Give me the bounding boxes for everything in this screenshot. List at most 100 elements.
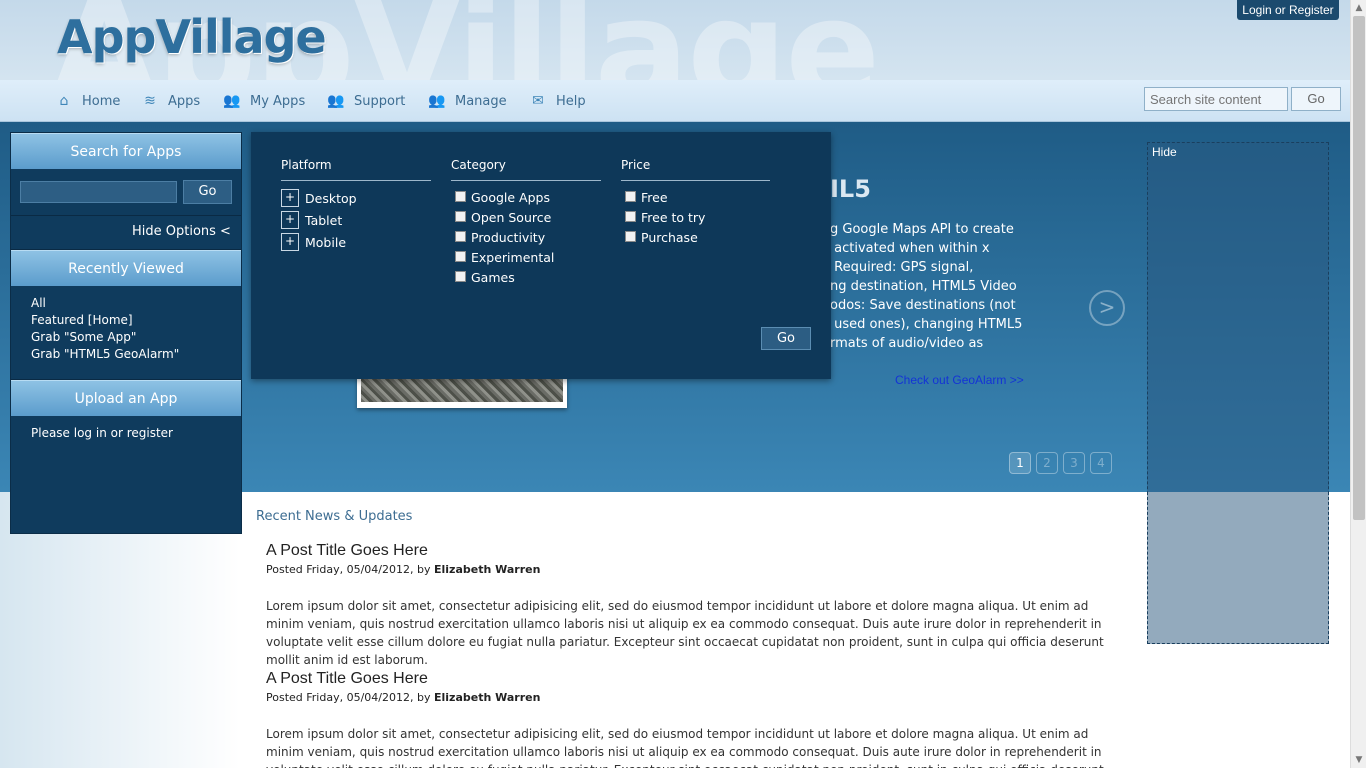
price-free-to-try[interactable]: Free to try (625, 210, 705, 225)
hero-title: IL5 (830, 175, 871, 203)
checkbox[interactable] (625, 231, 636, 242)
category-experimental[interactable]: Experimental (455, 250, 554, 265)
page-scrollbar[interactable]: ▲ ▼ (1350, 0, 1366, 768)
users-icon: 👥 (428, 93, 446, 109)
checkbox[interactable] (625, 211, 636, 222)
nav-help-label: Help (556, 93, 586, 109)
checkbox[interactable] (455, 211, 466, 222)
post-author: Elizabeth Warren (433, 563, 541, 576)
price-label: Purchase (641, 230, 698, 245)
category-label: Google Apps (471, 190, 550, 205)
category-label: Experimental (471, 250, 555, 265)
upload-app-heading: Upload an App (11, 380, 241, 416)
login-register-link[interactable]: Please log in or register (31, 426, 173, 440)
category-productivity[interactable]: Productivity (455, 230, 545, 245)
post-author: Elizabeth Warren (433, 691, 541, 704)
platform-desktop[interactable]: + Desktop (281, 189, 357, 207)
nav-apps-label: Apps (168, 93, 201, 109)
expand-plus-icon[interactable]: + (281, 189, 299, 207)
price-heading: Price (621, 158, 651, 172)
news-heading: Recent News & Updates (256, 509, 413, 524)
price-purchase[interactable]: Purchase (625, 230, 698, 245)
post-meta-prefix: Posted Friday, 05/04/2012, by (266, 691, 434, 704)
post-meta: Posted Friday, 05/04/2012, by Elizabeth … (266, 691, 540, 704)
filter-go-button[interactable]: Go (761, 327, 811, 350)
home-icon: ⌂ (59, 93, 69, 109)
appvillage-logo[interactable]: AppVillage (57, 10, 327, 64)
platform-desktop-label: Desktop (305, 190, 357, 206)
scroll-up-arrow-icon[interactable]: ▲ (1351, 0, 1366, 16)
site-search-input[interactable] (1144, 87, 1288, 111)
recent-item-all[interactable]: All (31, 296, 46, 310)
slide-pager-3[interactable]: 3 (1063, 452, 1085, 474)
scroll-thumb[interactable] (1353, 16, 1365, 520)
divider (281, 180, 431, 181)
checkbox[interactable] (455, 251, 466, 262)
post-meta: Posted Friday, 05/04/2012, by Elizabeth … (266, 563, 540, 576)
nav-my-apps[interactable]: 👥 My Apps (223, 80, 305, 122)
mail-icon: ✉ (532, 93, 544, 109)
next-arrow-icon[interactable]: > (1089, 290, 1125, 326)
checkbox[interactable] (625, 191, 636, 202)
nav-help[interactable]: ✉ Help (529, 80, 586, 122)
post-body: Lorem ipsum dolor sit amet, consectetur … (266, 727, 1104, 768)
post-body: Lorem ipsum dolor sit amet, consectetur … (266, 599, 1104, 667)
app-search-input[interactable] (20, 181, 177, 203)
recent-item-some-app[interactable]: Grab "Some App" (31, 330, 136, 344)
expand-plus-icon[interactable]: + (281, 233, 299, 251)
hide-options-toggle[interactable]: Hide Options < (132, 224, 231, 239)
divider (451, 180, 601, 181)
platform-heading: Platform (281, 158, 332, 172)
recently-viewed-heading: Recently Viewed (11, 250, 241, 286)
site-search-go-button[interactable]: Go (1291, 87, 1341, 111)
app-search-go-button[interactable]: Go (183, 180, 232, 204)
platform-mobile[interactable]: + Mobile (281, 233, 346, 251)
sidebar: Search for Apps Go Hide Options < Recent… (10, 132, 242, 534)
post-meta-prefix: Posted Friday, 05/04/2012, by (266, 563, 434, 576)
price-label: Free to try (641, 210, 706, 225)
category-label: Games (471, 270, 515, 285)
scroll-down-arrow-icon[interactable]: ▼ (1351, 752, 1366, 768)
expand-plus-icon[interactable]: + (281, 211, 299, 229)
category-google-apps[interactable]: Google Apps (455, 190, 550, 205)
category-open-source[interactable]: Open Source (455, 210, 551, 225)
nav-apps[interactable]: ≋ Apps (141, 80, 200, 122)
filter-dropdown: Platform + Desktop + Tablet + Mobile Catego… (251, 132, 831, 379)
hide-panel-lower (1147, 492, 1329, 644)
platform-tablet[interactable]: + Tablet (281, 211, 342, 229)
nav-home-label: Home (82, 93, 121, 109)
category-heading: Category (451, 158, 506, 172)
recent-item-geoalarm[interactable]: Grab "HTML5 GeoAlarm" (31, 347, 179, 361)
nav-manage[interactable]: 👥 Manage (428, 80, 507, 122)
checkbox[interactable] (455, 191, 466, 202)
apps-icon: ≋ (144, 93, 156, 109)
nav-support[interactable]: 👥 Support (327, 80, 405, 122)
divider (11, 215, 241, 216)
login-register-button[interactable]: Login or Register (1237, 0, 1339, 20)
post-title[interactable]: A Post Title Goes Here (266, 670, 428, 688)
price-label: Free (641, 190, 668, 205)
platform-mobile-label: Mobile (305, 234, 347, 250)
divider (621, 180, 770, 181)
slide-pager-1[interactable]: 1 (1009, 452, 1031, 474)
search-apps-heading: Search for Apps (11, 133, 241, 169)
slide-pager-4[interactable]: 4 (1090, 452, 1112, 474)
nav-home[interactable]: ⌂ Home (55, 80, 121, 122)
price-free[interactable]: Free (625, 190, 668, 205)
site-header: AppVillage AppVillage (0, 0, 1350, 80)
hero-description: g Google Maps API to create activated wh… (830, 222, 1023, 351)
nav-support-label: Support (354, 93, 406, 109)
post-title[interactable]: A Post Title Goes Here (266, 542, 428, 560)
recent-item-featured[interactable]: Featured [Home] (31, 313, 133, 327)
nav-manage-label: Manage (455, 93, 507, 109)
nav-my-apps-label: My Apps (250, 93, 306, 109)
category-label: Productivity (471, 230, 546, 245)
category-label: Open Source (471, 210, 552, 225)
hero-link[interactable]: Check out GeoAlarm >> (895, 373, 1024, 387)
hide-panel-toggle[interactable]: Hide (1152, 145, 1177, 159)
checkbox[interactable] (455, 271, 466, 282)
checkbox[interactable] (455, 231, 466, 242)
users-icon: 👥 (223, 93, 241, 109)
slide-pager-2[interactable]: 2 (1036, 452, 1058, 474)
category-games[interactable]: Games (455, 270, 515, 285)
